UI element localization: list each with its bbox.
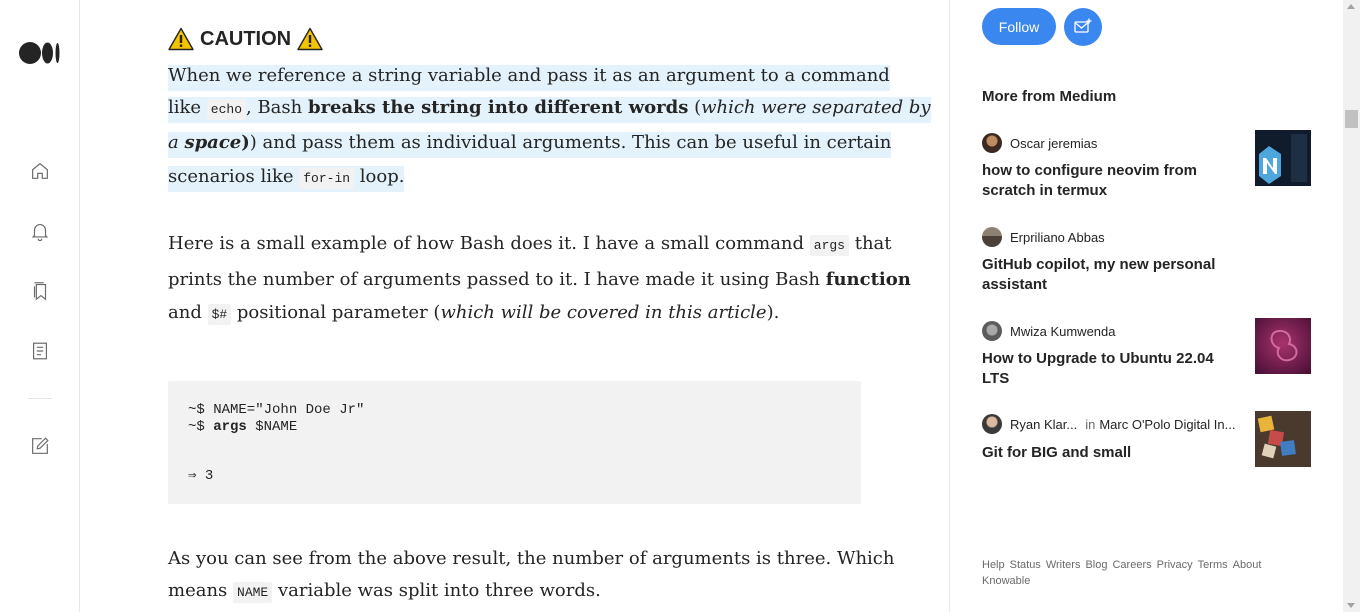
text-line: prints the number of arguments passed to… bbox=[168, 269, 911, 290]
code-bold: args bbox=[213, 419, 247, 435]
rec-author[interactable]: Mwiza Kumwenda bbox=[982, 321, 1116, 341]
text-run: ) and pass them as individual arguments.… bbox=[249, 132, 892, 153]
rec-title[interactable]: How to Upgrade to Ubuntu 22.04 LTS bbox=[982, 349, 1232, 389]
bold-italic-text: space bbox=[184, 132, 242, 153]
rec-thumbnail[interactable] bbox=[1255, 130, 1311, 186]
text-line: Here is a small example of how Bash does… bbox=[168, 233, 892, 256]
footer-link-privacy[interactable]: Privacy bbox=[1157, 559, 1193, 571]
inline-code: echo bbox=[206, 99, 247, 120]
bell-icon[interactable] bbox=[29, 220, 51, 242]
italic-text: which were separated by bbox=[701, 97, 931, 118]
text-run: ). bbox=[766, 302, 780, 323]
caution-label: CAUTION bbox=[200, 27, 292, 50]
text-line: As you can see from the above result, th… bbox=[168, 548, 894, 569]
footer-link-knowable[interactable]: Knowable bbox=[982, 575, 1030, 587]
rec-thumbnail[interactable] bbox=[1255, 411, 1311, 467]
text-run: like bbox=[168, 97, 207, 118]
rec-title[interactable]: GitHub copilot, my new personal assistan… bbox=[982, 255, 1232, 295]
rec-author[interactable]: Oscar jeremias bbox=[982, 133, 1097, 153]
footer-link-help[interactable]: Help bbox=[982, 559, 1005, 571]
rec-title[interactable]: how to configure neovim from scratch in … bbox=[982, 161, 1232, 201]
author-name: Erpriliano Abbas bbox=[1010, 229, 1105, 245]
scroll-up-arrow-icon[interactable] bbox=[1347, 4, 1355, 9]
text-run: prints the number of arguments passed to… bbox=[168, 269, 826, 290]
write-icon[interactable] bbox=[29, 435, 51, 457]
caution-heading: CAUTION bbox=[168, 27, 323, 51]
author-name: Mwiza Kumwenda bbox=[1010, 323, 1116, 339]
code-run: $NAME bbox=[246, 419, 298, 435]
italic-text: a bbox=[168, 132, 185, 153]
medium-logo[interactable] bbox=[19, 42, 61, 64]
footer-link-terms[interactable]: Terms bbox=[1198, 559, 1228, 571]
text-line: scenarios like for-in loop. bbox=[168, 166, 405, 192]
author-name: Oscar jeremias bbox=[1010, 135, 1098, 151]
scroll-down-arrow-icon[interactable] bbox=[1347, 603, 1355, 608]
rec-thumbnail[interactable] bbox=[1255, 318, 1311, 374]
italic-text: which will be covered in this article bbox=[440, 302, 767, 323]
inline-code: args bbox=[809, 235, 849, 256]
left-nav-rail bbox=[0, 0, 80, 612]
text-run: positional parameter ( bbox=[231, 302, 441, 323]
text-line: and $# positional parameter (which will … bbox=[168, 302, 780, 325]
code-block[interactable]: ~$ NAME="John Doe Jr" ~$ args $NAME ⇒ 3 bbox=[168, 381, 861, 504]
text-run: , Bash bbox=[246, 97, 308, 118]
subscribe-email-button[interactable] bbox=[1064, 8, 1102, 46]
stories-icon[interactable] bbox=[29, 340, 51, 362]
avatar bbox=[982, 227, 1002, 247]
text-line: like echo, Bash breaks the string into d… bbox=[168, 97, 931, 123]
text-run: ( bbox=[688, 97, 702, 118]
rail-divider bbox=[28, 398, 52, 399]
text-run: When we reference a string variable and … bbox=[168, 65, 890, 86]
text-line: means NAME variable was split into three… bbox=[168, 580, 601, 603]
footer-link-about[interactable]: About bbox=[1233, 559, 1262, 571]
footer-link-status[interactable]: Status bbox=[1010, 559, 1041, 571]
text-run: and bbox=[168, 302, 208, 323]
text-run: loop. bbox=[354, 166, 405, 187]
text-line: a space)) and pass them as individual ar… bbox=[168, 132, 892, 158]
follow-button[interactable]: Follow bbox=[982, 8, 1056, 45]
bold-text: function bbox=[825, 269, 911, 290]
rec-author[interactable]: Erpriliano Abbas bbox=[982, 227, 1105, 247]
code-line: ⇒ 3 bbox=[188, 468, 214, 484]
page-scrollbar[interactable] bbox=[1343, 0, 1360, 612]
sidebar-divider bbox=[949, 0, 950, 612]
text-run: As you can see from the above result, th… bbox=[168, 548, 895, 569]
text-run: means bbox=[168, 580, 234, 601]
inline-code: NAME bbox=[233, 582, 273, 603]
footer-link-careers[interactable]: Careers bbox=[1112, 559, 1151, 571]
avatar bbox=[982, 133, 1002, 153]
text-line: When we reference a string variable and … bbox=[168, 65, 890, 91]
code-run: ~$ bbox=[188, 419, 214, 435]
avatar bbox=[982, 414, 1002, 434]
text-run: variable was split into three words. bbox=[272, 580, 601, 601]
bookmarks-icon[interactable] bbox=[29, 280, 51, 302]
code-line: ~$ NAME="John Doe Jr" bbox=[188, 402, 365, 418]
code-line: ~$ args $NAME bbox=[188, 419, 297, 435]
publication-name[interactable]: Marc O'Polo Digital In... bbox=[1099, 417, 1235, 432]
inline-code: for-in bbox=[299, 168, 355, 189]
more-from-medium-heading: More from Medium bbox=[982, 88, 1117, 105]
inline-code: $# bbox=[207, 304, 232, 325]
in-label: in bbox=[1085, 416, 1096, 432]
footer-link-writers[interactable]: Writers bbox=[1046, 559, 1081, 571]
warning-icon bbox=[168, 27, 194, 51]
scrollbar-thumb[interactable] bbox=[1345, 110, 1358, 128]
rec-title[interactable]: Git for BIG and small bbox=[982, 443, 1232, 463]
home-icon[interactable] bbox=[29, 160, 51, 182]
mail-plus-icon bbox=[1074, 18, 1092, 33]
warning-icon bbox=[297, 27, 323, 51]
sidebar-footer: Help Status Writers Blog Careers Privacy Terms… bbox=[982, 557, 1282, 589]
bold-text: breaks the string into different words bbox=[307, 97, 689, 118]
text-run: that bbox=[849, 233, 892, 254]
footer-link-blog[interactable]: Blog bbox=[1085, 559, 1107, 571]
text-run: Here is a small example of how Bash does… bbox=[168, 233, 810, 254]
text-run: scenarios like bbox=[168, 166, 300, 187]
author-name: Ryan Klar... bbox=[1010, 416, 1078, 432]
avatar bbox=[982, 321, 1002, 341]
rec-author[interactable]: Ryan Klar... in Marc O'Polo Digital In..… bbox=[982, 414, 1235, 434]
